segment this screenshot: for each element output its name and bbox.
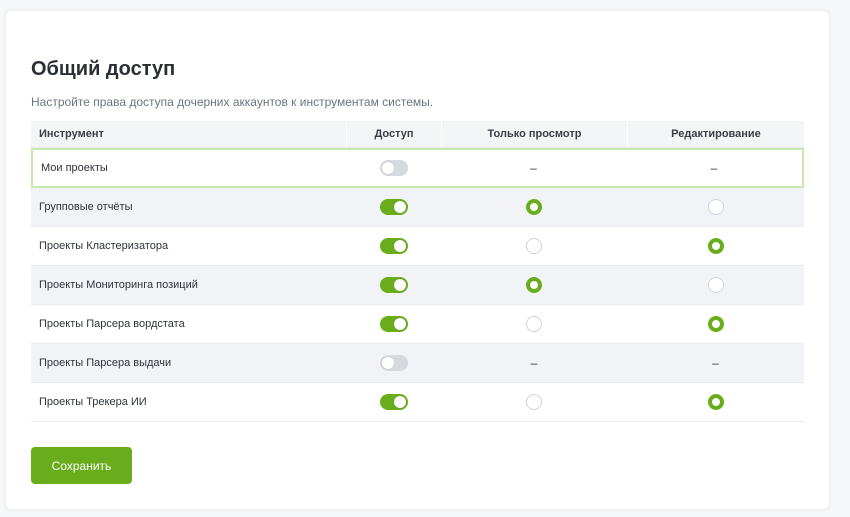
- toggle-knob: [393, 240, 406, 252]
- edit-cell: –: [627, 344, 804, 382]
- access-cell: [346, 188, 441, 226]
- disabled-dash: –: [530, 356, 538, 370]
- access-table: Инструмент Доступ Только просмотр Редакт…: [31, 121, 804, 422]
- tool-name: Проекты Парсера выдачи: [39, 357, 172, 369]
- tool-name: Мои проекты: [41, 162, 108, 174]
- header-tool: Инструмент: [39, 128, 104, 140]
- view-only-radio[interactable]: [526, 277, 542, 293]
- view-only-radio[interactable]: [526, 238, 542, 254]
- header-edit: Редактирование: [627, 121, 804, 147]
- access-cell: [346, 305, 441, 343]
- table-row: Проекты Кластеризатора: [31, 227, 804, 266]
- disabled-dash: –: [710, 161, 718, 175]
- disabled-dash: –: [712, 356, 719, 370]
- tool-name: Групповые отчёты: [39, 201, 133, 213]
- shared-access-card: Общий доступ Настройте права доступа доч…: [6, 11, 829, 509]
- toggle-knob: [393, 201, 406, 213]
- table-row: Групповые отчёты: [31, 188, 804, 227]
- toggle-knob: [393, 318, 406, 330]
- edit-radio[interactable]: [707, 199, 724, 215]
- table-row: Проекты Парсера вордстата: [31, 305, 804, 344]
- access-toggle[interactable]: [379, 238, 408, 254]
- view-only-radio[interactable]: [526, 199, 542, 215]
- view-only-cell: –: [441, 150, 626, 186]
- table-row: Мои проекты – –: [31, 148, 804, 188]
- tool-name: Проекты Трекера ИИ: [39, 396, 147, 408]
- view-only-cell: [441, 383, 627, 421]
- access-toggle[interactable]: [379, 316, 408, 332]
- access-toggle[interactable]: [379, 160, 408, 176]
- toggle-knob: [393, 279, 406, 291]
- view-only-cell: [441, 188, 627, 226]
- edit-cell: [627, 305, 804, 343]
- edit-radio[interactable]: [707, 277, 724, 293]
- save-button[interactable]: Сохранить: [31, 447, 132, 484]
- edit-cell: [627, 383, 804, 421]
- header-access: Доступ: [346, 121, 441, 147]
- view-only-radio[interactable]: [526, 316, 542, 332]
- edit-cell: [627, 188, 804, 226]
- table-row: Проекты Трекера ИИ: [31, 383, 804, 422]
- edit-radio[interactable]: [707, 316, 724, 332]
- access-toggle[interactable]: [379, 394, 408, 410]
- access-cell: [346, 344, 441, 382]
- page-subtitle: Настройте права доступа дочерних аккаунт…: [31, 95, 434, 109]
- page-title: Общий доступ: [31, 58, 176, 80]
- access-cell: [346, 383, 441, 421]
- edit-radio[interactable]: [707, 394, 724, 410]
- toggle-knob: [381, 162, 394, 174]
- disabled-dash: –: [530, 161, 537, 175]
- view-only-cell: [441, 227, 627, 265]
- toggle-knob: [381, 357, 394, 369]
- table-header: Инструмент Доступ Только просмотр Редакт…: [31, 121, 804, 148]
- access-cell: [346, 150, 441, 186]
- edit-cell: [627, 227, 804, 265]
- tool-name: Проекты Парсера вордстата: [39, 318, 185, 330]
- view-only-radio[interactable]: [526, 394, 542, 410]
- view-only-cell: [441, 305, 627, 343]
- access-toggle[interactable]: [379, 199, 408, 215]
- tool-name: Проекты Кластеризатора: [39, 240, 169, 252]
- table-body: Мои проекты – – Групповые отчёты Проекты Кла…: [31, 148, 804, 422]
- edit-cell: [627, 266, 804, 304]
- access-cell: [346, 266, 441, 304]
- toggle-knob: [393, 396, 406, 408]
- view-only-cell: –: [441, 344, 627, 382]
- table-row: Проекты Мониторинга позиций: [31, 266, 804, 305]
- view-only-cell: [441, 266, 627, 304]
- table-row: Проекты Парсера выдачи – –: [31, 344, 804, 383]
- access-toggle[interactable]: [379, 355, 408, 371]
- edit-radio[interactable]: [707, 238, 724, 254]
- access-cell: [346, 227, 441, 265]
- tool-name: Проекты Мониторинга позиций: [39, 279, 198, 291]
- header-view-only: Только просмотр: [441, 121, 627, 147]
- access-toggle[interactable]: [379, 277, 408, 293]
- edit-cell: –: [626, 150, 802, 186]
